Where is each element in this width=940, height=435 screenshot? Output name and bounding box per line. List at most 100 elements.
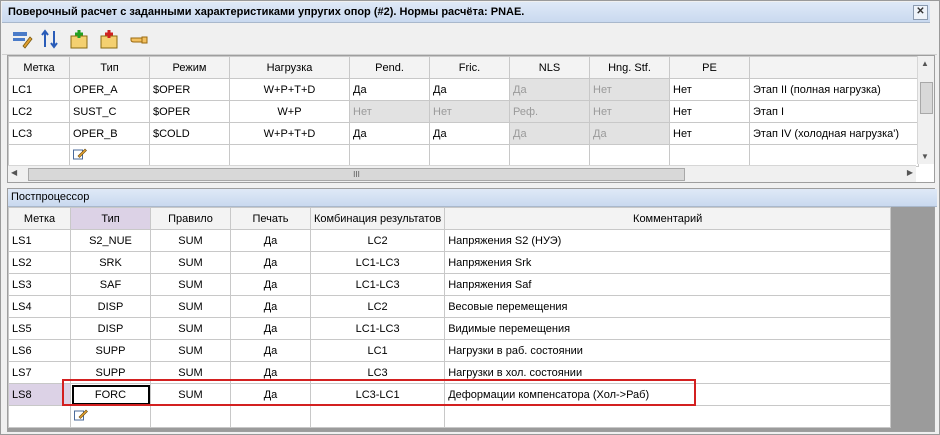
cell-label[interactable]: LS4	[8, 295, 71, 318]
cell-pe[interactable]: Нет	[669, 78, 750, 101]
cell-fric[interactable]: Да	[429, 78, 510, 101]
cell-label[interactable]: LC1	[8, 78, 70, 101]
table-row[interactable]: LS4 DISP SUM Да LC2 Весовые перемещения	[8, 295, 892, 318]
cell-rule[interactable]: SUM	[150, 273, 231, 296]
new-row[interactable]	[8, 144, 919, 167]
col-header-type[interactable]: Тип	[69, 56, 150, 79]
cell-combination[interactable]: LC1-LC3	[309, 317, 446, 340]
cell-empty[interactable]	[429, 144, 510, 167]
col-header-comment[interactable]: Комментарий	[444, 207, 892, 230]
sort-icon[interactable]	[39, 28, 61, 50]
cell-type[interactable]: SUST_C	[69, 100, 150, 123]
cell-print[interactable]: Да	[230, 317, 311, 340]
cell-empty[interactable]	[309, 405, 446, 428]
cell-rule[interactable]: SUM	[150, 339, 231, 362]
cell-print[interactable]: Да	[230, 339, 311, 362]
vertical-scrollbar[interactable]: ▲ ▼	[917, 56, 934, 164]
cell-rule[interactable]: SUM	[150, 251, 231, 274]
scroll-left-icon[interactable]: ◀	[11, 168, 17, 177]
cell-comment[interactable]: Этап II (полная нагрузка)	[749, 78, 919, 101]
table-row[interactable]: LC1 OPER_A $OPER W+P+T+D Да Да Да Нет Не…	[8, 78, 919, 101]
cell-empty[interactable]	[349, 144, 430, 167]
cell-comment[interactable]: Этап I	[749, 100, 919, 123]
col-header-label[interactable]: Метка	[8, 207, 71, 230]
pointer-hand-icon[interactable]	[128, 28, 150, 50]
cell-type[interactable]: S2_NUE	[70, 229, 151, 252]
cell-load[interactable]: W+P+T+D	[229, 122, 350, 145]
cell-rule[interactable]: SUM	[150, 229, 231, 252]
new-row[interactable]	[8, 405, 892, 428]
cell-comment[interactable]: Нагрузки в раб. состоянии	[444, 339, 892, 362]
cell-mode[interactable]: $COLD	[149, 122, 230, 145]
cell-comment[interactable]: Напряжения Saf	[444, 273, 892, 296]
cell-empty[interactable]	[229, 144, 350, 167]
table-row[interactable]: LS6 SUPP SUM Да LC1 Нагрузки в раб. состоянии	[8, 339, 892, 362]
cell-type[interactable]: DISP	[70, 295, 151, 318]
col-header-rule[interactable]: Правило	[150, 207, 231, 230]
cell-empty[interactable]	[589, 144, 670, 167]
table-row[interactable]: LS5 DISP SUM Да LC1-LC3 Видимые перемещения	[8, 317, 892, 340]
cell-comment[interactable]: Видимые перемещения	[444, 317, 892, 340]
cell-empty[interactable]	[509, 144, 590, 167]
cell-type[interactable]: SAF	[70, 273, 151, 296]
cell-empty[interactable]	[669, 144, 750, 167]
cell-pe[interactable]: Нет	[669, 122, 750, 145]
cell-print[interactable]: Да	[230, 273, 311, 296]
cell-comment[interactable]: Напряжения Srk	[444, 251, 892, 274]
cell-empty[interactable]	[749, 144, 919, 167]
cell-type[interactable]: SUPP	[70, 339, 151, 362]
new-row-cell[interactable]	[70, 405, 151, 428]
cell-comment[interactable]: Напряжения S2 (НУЭ)	[444, 229, 892, 252]
cell-empty[interactable]	[230, 405, 311, 428]
col-header-pe[interactable]: PE	[669, 56, 750, 79]
scroll-up-icon[interactable]: ▲	[921, 59, 929, 68]
cell-pend[interactable]: Да	[349, 122, 430, 145]
cell-type[interactable]: OPER_A	[69, 78, 150, 101]
table-row[interactable]: LS2 SRK SUM Да LC1-LC3 Напряжения Srk	[8, 251, 892, 274]
close-icon[interactable]: ✕	[913, 5, 928, 20]
cell-empty[interactable]	[149, 144, 230, 167]
col-header-type[interactable]: Тип	[70, 207, 151, 230]
cell-label[interactable]: LS3	[8, 273, 71, 296]
scroll-right-icon[interactable]: ▶	[907, 168, 913, 177]
cell-comment[interactable]: Весовые перемещения	[444, 295, 892, 318]
cell-combination[interactable]: LC1	[309, 339, 446, 362]
scroll-thumb[interactable]: III	[28, 168, 685, 181]
cell-empty[interactable]	[150, 405, 231, 428]
scroll-down-icon[interactable]: ▼	[921, 152, 929, 161]
cell-rule[interactable]: SUM	[150, 295, 231, 318]
col-header-combination[interactable]: Комбинация результатов	[309, 207, 446, 230]
cell-label[interactable]: LC2	[8, 100, 70, 123]
cell-label[interactable]: LS6	[8, 339, 71, 362]
cell-label[interactable]: LS5	[8, 317, 71, 340]
cell-mode[interactable]: $OPER	[149, 100, 230, 123]
table-row[interactable]: LC3 OPER_B $COLD W+P+T+D Да Да Да Да Нет…	[8, 122, 919, 145]
cell-empty[interactable]	[444, 405, 892, 428]
cell-empty[interactable]	[8, 144, 70, 167]
col-header-label[interactable]: Метка	[8, 56, 70, 79]
scroll-thumb[interactable]	[920, 82, 933, 114]
cell-pe[interactable]: Нет	[669, 100, 750, 123]
table-row[interactable]: LC2 SUST_C $OPER W+P Нет Нет Реф. Нет Не…	[8, 100, 919, 123]
pencil-icon[interactable]	[74, 409, 88, 421]
cell-print[interactable]: Да	[230, 295, 311, 318]
cell-label[interactable]: LS2	[8, 251, 71, 274]
cell-empty[interactable]	[8, 405, 71, 428]
cell-type[interactable]: SRK	[70, 251, 151, 274]
delete-row-icon[interactable]	[98, 28, 120, 50]
cell-type[interactable]: OPER_B	[69, 122, 150, 145]
cell-load[interactable]: W+P+T+D	[229, 78, 350, 101]
col-header-mode[interactable]: Режим	[149, 56, 230, 79]
table-row[interactable]: LS3 SAF SUM Да LC1-LC3 Напряжения Saf	[8, 273, 892, 296]
new-row-cell[interactable]	[69, 144, 150, 167]
horizontal-scrollbar[interactable]: ◀ III ▶	[8, 165, 916, 182]
cell-type[interactable]: DISP	[70, 317, 151, 340]
cell-pend[interactable]: Да	[349, 78, 430, 101]
col-header-load[interactable]: Нагрузка	[229, 56, 350, 79]
table-row[interactable]: LS1 S2_NUE SUM Да LC2 Напряжения S2 (НУЭ)	[8, 229, 892, 252]
cell-combination[interactable]: LC1-LC3	[309, 273, 446, 296]
cell-label[interactable]: LC3	[8, 122, 70, 145]
insert-row-icon[interactable]	[68, 28, 90, 50]
cell-label[interactable]: LS1	[8, 229, 71, 252]
cell-combination[interactable]: LC2	[309, 295, 446, 318]
